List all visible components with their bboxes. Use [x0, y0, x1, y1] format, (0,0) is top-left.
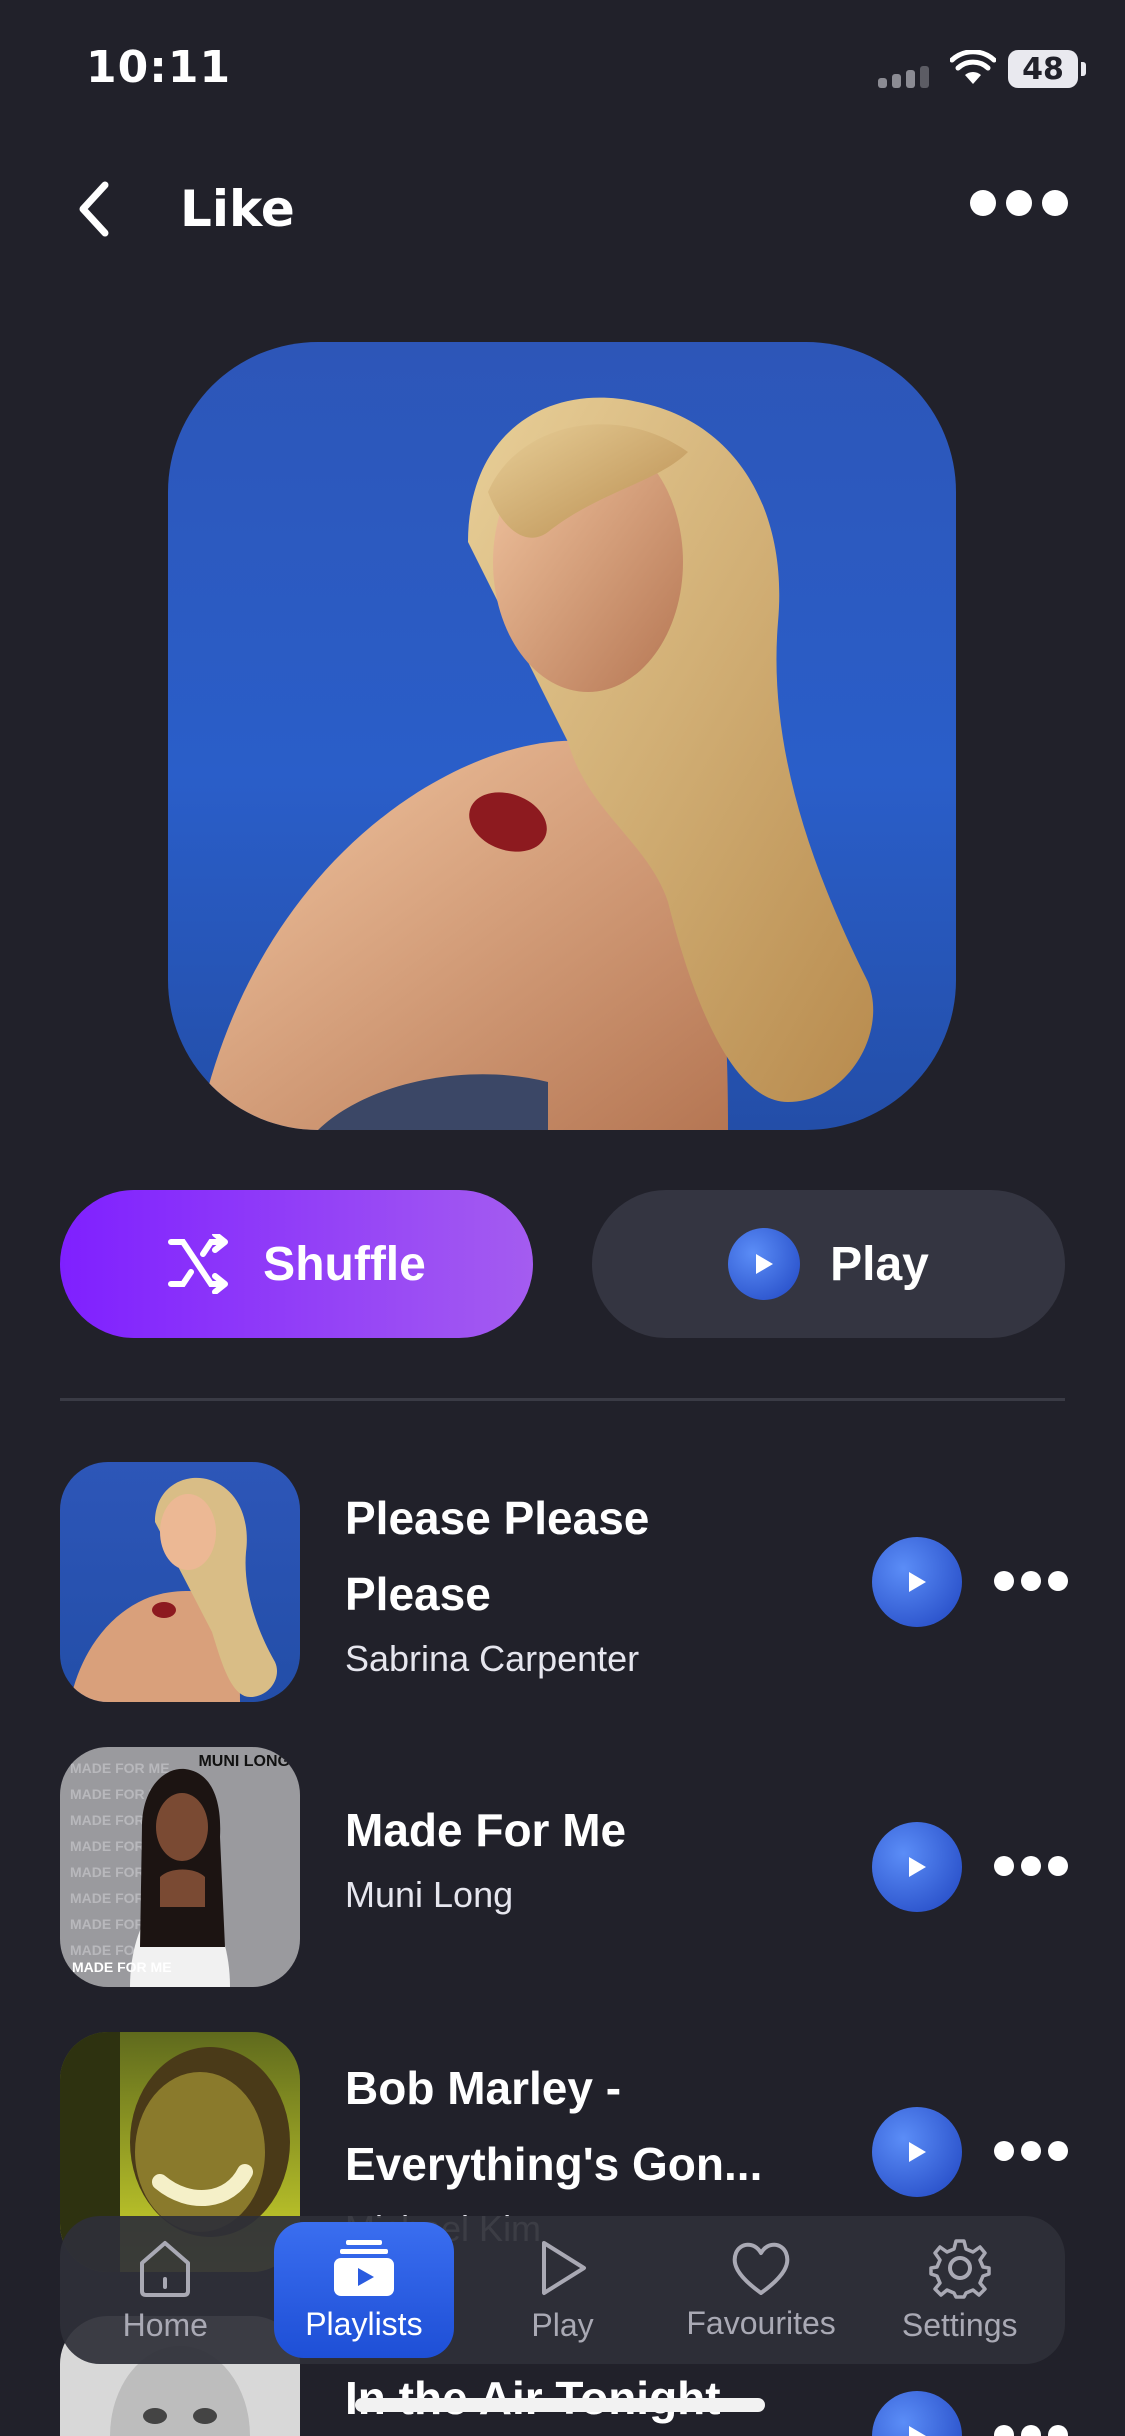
more-options-button[interactable]: [970, 190, 1068, 216]
tab-label: Favourites: [686, 2304, 836, 2341]
page-title: Like: [180, 180, 295, 238]
cover-illustration: [198, 397, 874, 1130]
song-more-button[interactable]: [994, 1856, 1068, 1876]
status-bar: 10:11 48: [0, 0, 1125, 140]
play-circle-icon: [728, 1228, 801, 1300]
song-play-button[interactable]: [872, 2391, 962, 2436]
heart-icon: [732, 2242, 790, 2295]
song-artist: Muni Long: [345, 1874, 514, 1915]
gear-icon: [928, 2238, 991, 2299]
tab-home[interactable]: Home: [75, 2222, 255, 2358]
song-title: Bob Marley -: [345, 2062, 622, 2114]
cellular-signal-icon: [878, 66, 929, 88]
play-icon: [542, 2240, 587, 2295]
album-title-label: MADE FOR ME: [72, 1959, 172, 1975]
tab-settings[interactable]: Settings: [870, 2222, 1050, 2358]
tab-label: Play: [531, 2306, 594, 2343]
song-artist: Sabrina Carpenter: [345, 1638, 640, 1679]
home-icon: [140, 2240, 191, 2297]
song-artwork: MADE FOR ME MADE FOR ME MADE FOR ME MADE FO…: [60, 1747, 300, 1987]
song-more-button[interactable]: [994, 1571, 1068, 1591]
header: Like: [0, 160, 1125, 260]
song-row-please-please-please[interactable]: Please Please Please Sabrina Carpenter: [60, 1462, 1068, 1702]
song-play-button[interactable]: [872, 1537, 962, 1627]
shuffle-label: Shuffle: [263, 1237, 426, 1291]
song-play-button[interactable]: [872, 1822, 962, 1912]
tab-label: Playlists: [305, 2305, 423, 2342]
play-icon: [909, 1857, 926, 1877]
playlist-screen: 10:11 48 Like Shuffle Play Please Please…: [0, 0, 1125, 2436]
song-title: Made For Me: [345, 1804, 627, 1856]
shuffle-button[interactable]: Shuffle: [60, 1190, 533, 1338]
playlist-icon: [333, 2239, 394, 2296]
song-text: Made For Me Muni Long: [345, 1792, 626, 1916]
playlist-cover-image: [168, 342, 956, 1130]
bottom-tab-bar: Home Playlists Play Favourites Settings: [60, 2216, 1065, 2364]
home-indicator: [355, 2398, 765, 2412]
song-play-button[interactable]: [872, 2107, 962, 2197]
tab-favourites[interactable]: Favourites: [671, 2222, 851, 2358]
play-icon: [909, 2142, 926, 2162]
tab-playlists[interactable]: Playlists: [273, 2222, 454, 2358]
chevron-left-icon: [79, 181, 109, 237]
back-button[interactable]: [60, 174, 130, 244]
play-all-button[interactable]: Play: [592, 1190, 1065, 1338]
battery-icon: 48: [1008, 50, 1086, 88]
song-title: Please: [345, 1568, 491, 1620]
status-time: 10:11: [86, 42, 232, 93]
song-text: Please Please Please Sabrina Carpenter: [345, 1480, 649, 1680]
song-title: Everything's Gon...: [345, 2138, 763, 2190]
song-more-button[interactable]: [994, 2141, 1068, 2161]
play-icon: [909, 2426, 926, 2436]
tab-label: Settings: [901, 2306, 1018, 2343]
tab-play[interactable]: Play: [472, 2222, 652, 2358]
play-label: Play: [830, 1237, 929, 1291]
song-title: Please Please: [345, 1492, 650, 1544]
wifi-icon: [950, 50, 996, 84]
song-artwork: [60, 1462, 300, 1702]
divider: [60, 1398, 1065, 1401]
song-row-made-for-me[interactable]: MADE FOR ME MADE FOR ME MADE FOR ME MADE FO…: [60, 1747, 1068, 1987]
song-more-button[interactable]: [994, 2425, 1068, 2436]
tab-label: Home: [122, 2306, 208, 2343]
play-icon: [909, 1572, 926, 1592]
shuffle-icon: [168, 1234, 229, 1294]
